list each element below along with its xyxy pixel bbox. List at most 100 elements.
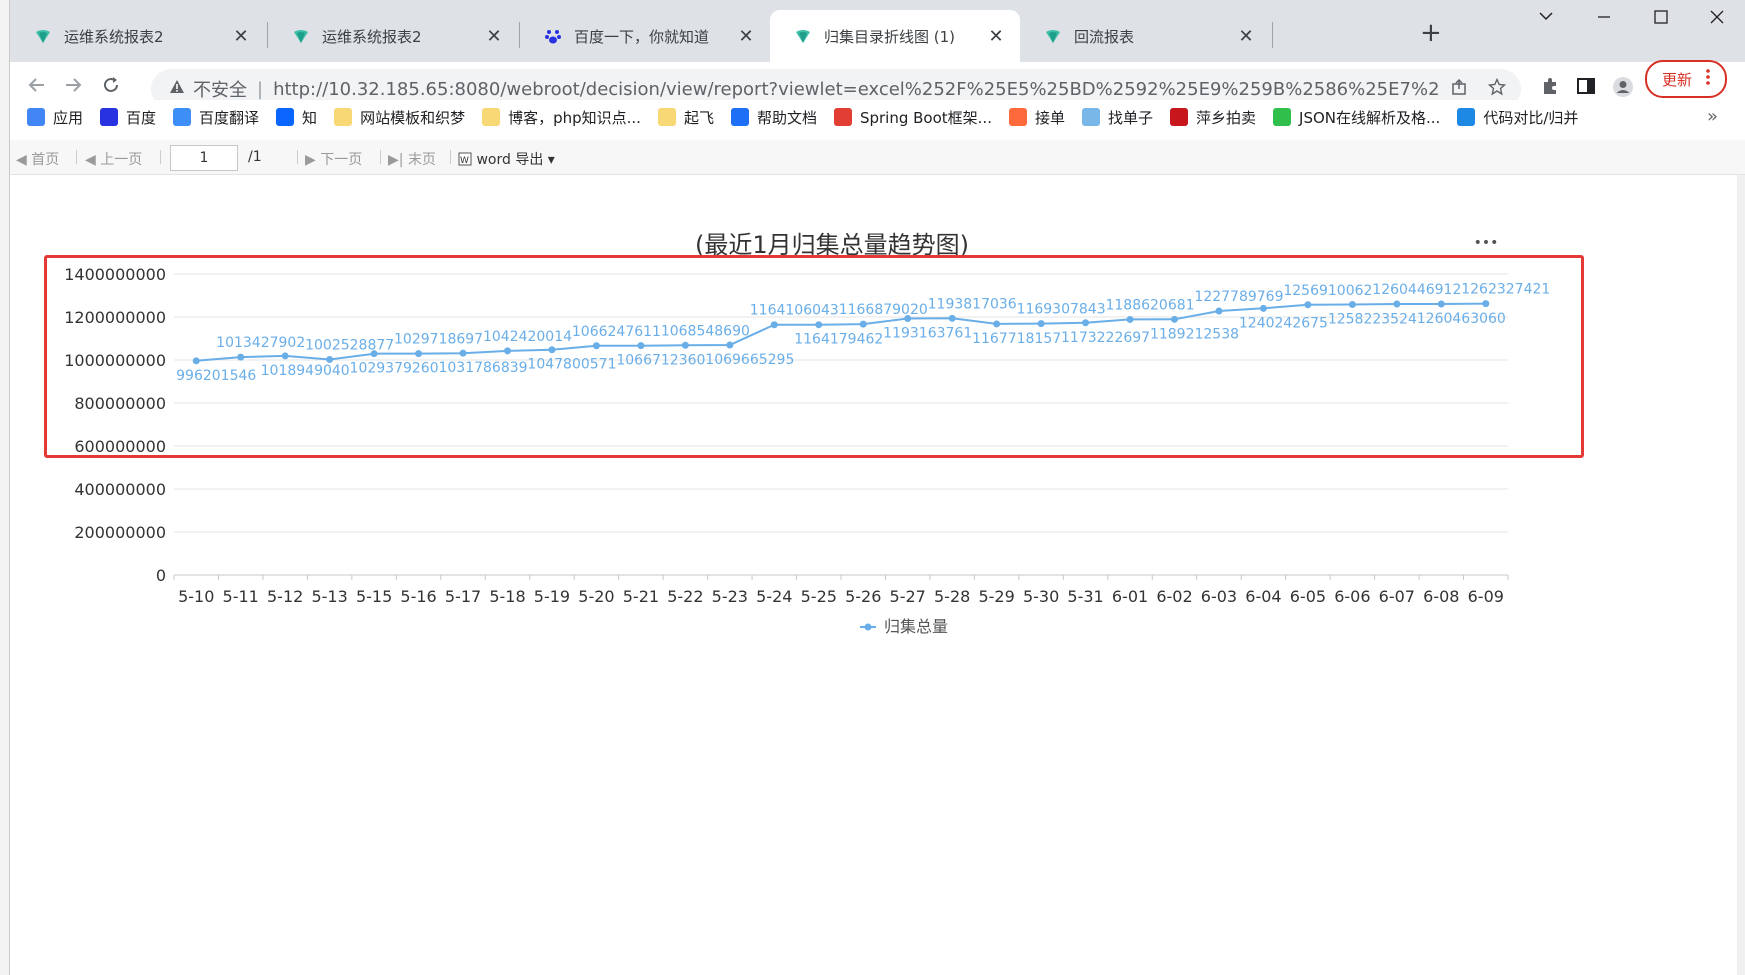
first-page-button[interactable]: ◀ 首页 [16,149,59,169]
update-label: 更新 [1661,70,1692,89]
bookmark-item[interactable]: 帮助文档 [730,107,817,128]
jiedan-icon [1008,108,1027,126]
bookmark-item[interactable]: 知 [276,107,317,128]
tab-ops-report-1[interactable]: 运维系统报表2 ✕ [10,10,265,62]
x-tick-label: 6-06 [1334,587,1370,606]
x-tick-label: 5-29 [978,587,1014,606]
x-tick-label: 5-20 [578,587,614,606]
update-button[interactable]: 更新 [1645,60,1727,98]
legend-marker [864,623,872,631]
x-tick-label: 6-07 [1379,587,1415,606]
back-icon[interactable] [26,74,48,102]
fine-report-logo-icon [794,27,812,45]
warning-triangle-icon [169,79,185,99]
background-window-sliver-right [1737,175,1745,975]
x-tick-label: 5-26 [845,587,881,606]
tab-baidu[interactable]: 百度一下，你就知道 ✕ [520,10,770,62]
last-page-button[interactable]: ▶| 末页 [388,149,436,169]
not-secure-label: 不安全 [193,80,247,101]
bookmark-item[interactable]: 应用 [27,107,83,128]
tab-strip: 运维系统报表2 ✕ 运维系统报表2 ✕ 百度一下，你就知道 ✕ 归集目录折线图 … [10,0,1745,62]
reload-icon[interactable] [100,74,122,102]
tab-title: 运维系统报表2 [64,27,164,46]
x-tick-label: 6-04 [1245,587,1281,606]
bookmark-item[interactable]: 百度 [100,107,156,128]
caret-down-icon: ▾ [547,152,555,168]
bookmark-label: 知 [302,108,318,127]
x-tick-label: 5-28 [934,587,970,606]
x-tick-label: 6-09 [1468,587,1504,606]
bookmark-item[interactable]: 百度翻译 [173,107,259,128]
tab-line-chart[interactable]: 归集目录折线图 (1) ✕ [770,10,1020,62]
word-export-button[interactable]: W word 导出 ▾ [458,149,555,169]
next-page-button[interactable]: ▶ 下一页 [305,149,362,169]
bookmark-label: 接单 [1034,108,1065,127]
tab-ops-report-2[interactable]: 运维系统报表2 ✕ [268,10,518,62]
bookmark-item[interactable]: 找单子 [1082,107,1153,128]
tab-search-icon[interactable] [1538,8,1554,29]
x-tick-label: 5-22 [667,587,703,606]
folder-icon [334,108,353,126]
chart-menu-icon[interactable]: ••• [1474,235,1499,251]
bookmark-star-icon[interactable] [1487,77,1507,101]
fine-report-logo-icon [1044,27,1062,45]
side-panel-icon[interactable] [1576,76,1596,101]
forward-icon[interactable] [62,74,84,102]
report-toolbar: ◀ 首页 ◀ 上一页 /1 ▶ 下一页 ▶| 末页 W word 导出 ▾ [10,140,1745,175]
background-window-sliver [0,0,9,975]
legend-label[interactable]: 归集总量 [884,617,948,636]
next-page-label: 下一页 [320,152,363,168]
folder-icon [482,108,501,126]
chart-area: (最近1月归集总量趋势图) ••• 0 200000000 400000000 60000… [10,175,1745,965]
prev-page-button[interactable]: ◀ 上一页 [85,149,142,169]
bookmark-label: 应用 [53,108,84,127]
x-tick-label: 5-21 [623,587,659,606]
last-page-label: 末页 [407,152,436,168]
bookmark-label: 网站模板和织梦 [360,108,466,127]
x-tick-label: 5-16 [400,587,436,606]
maximize-icon[interactable] [1653,8,1669,29]
new-tab-button[interactable]: + [1420,18,1442,48]
x-tick-label: 6-08 [1423,587,1459,606]
report-toolbar-divider [160,150,161,164]
extensions-puzzle-icon[interactable] [1540,76,1560,101]
minimize-icon[interactable] [1596,8,1612,29]
bookmark-label: 起飞 [683,108,714,127]
page-number-input[interactable] [170,145,238,171]
close-icon[interactable]: ✕ [482,26,506,47]
bookmark-item[interactable]: JSON在线解析及格... [1273,107,1440,128]
bookmark-item[interactable]: Spring Boot框架... [833,107,992,128]
bookmark-item[interactable]: 代码对比/归并 [1457,107,1578,128]
tab-backflow-report[interactable]: 回流报表 ✕ [1020,10,1270,62]
fine-report-icon [730,108,749,126]
x-tick-label: 5-27 [890,587,926,606]
report-toolbar-divider [76,150,77,164]
bookmark-item[interactable]: 起飞 [657,107,714,128]
tab-divider [1272,22,1273,48]
x-tick-label: 5-24 [756,587,792,606]
bookmark-label: 帮助文档 [756,108,817,127]
json-icon [1273,108,1292,126]
bookmark-label: 百度 [126,108,157,127]
share-icon[interactable] [1450,78,1468,101]
grid-icon [1082,108,1100,126]
first-page-icon: ◀ [16,152,27,168]
x-tick-label: 5-11 [223,587,259,606]
y-tick-label: 400000000 [74,480,166,499]
bookmark-item[interactable]: 网站模板和织梦 [334,107,465,128]
x-tick-label: 6-01 [1112,587,1148,606]
bookmark-item[interactable]: 接单 [1008,107,1065,128]
close-icon[interactable]: ✕ [984,26,1008,47]
bookmarks-overflow-icon[interactable]: » [1707,106,1718,127]
bookmark-item[interactable]: 博客，php知识点... [482,107,641,128]
url-text[interactable]: http://10.32.185.65:8080/webroot/decisio… [273,79,1438,100]
close-icon[interactable]: ✕ [1234,26,1258,47]
profile-avatar-icon[interactable] [1612,76,1634,103]
window-close-icon[interactable] [1709,8,1725,29]
bookmark-item[interactable]: 萍乡拍卖 [1170,107,1256,128]
red-highlight-box [44,255,1584,458]
close-icon[interactable]: ✕ [229,26,253,47]
tab-title: 回流报表 [1074,27,1135,46]
close-icon[interactable]: ✕ [734,26,758,47]
folder-icon [657,108,676,126]
